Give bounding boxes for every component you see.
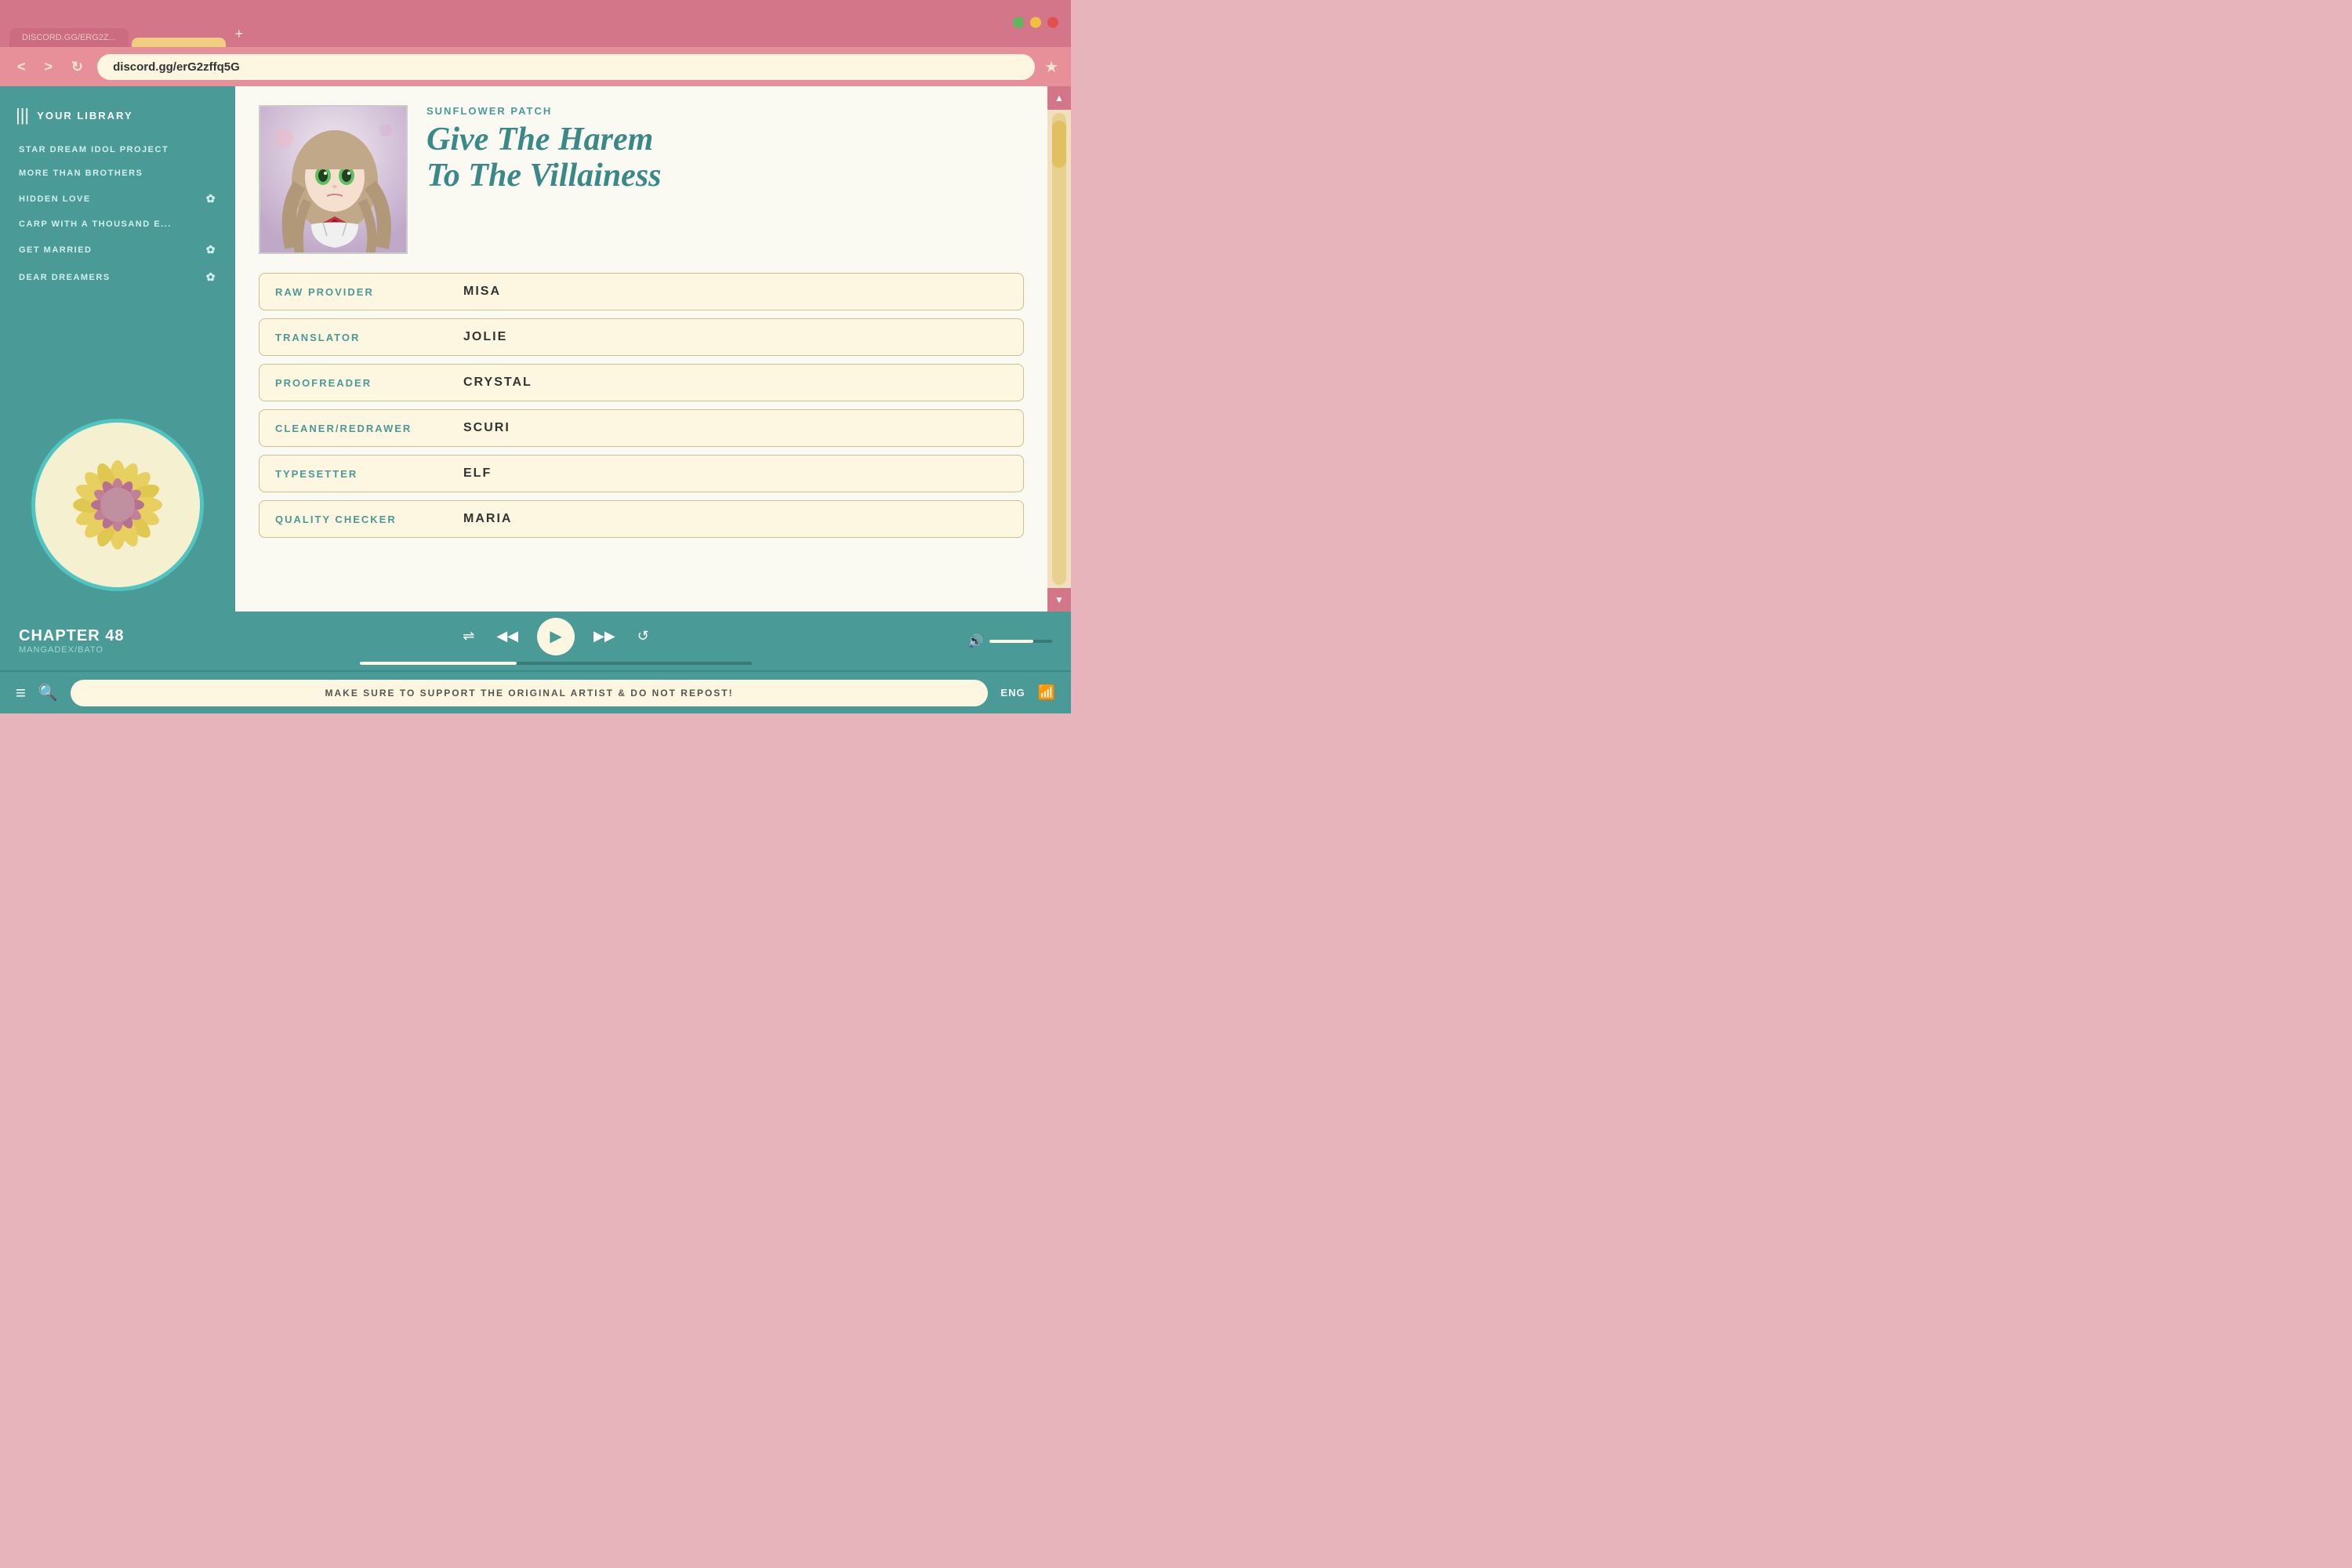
sunflower-svg <box>55 442 180 568</box>
tab-bar: DISCORD.GG/ERG2Z... + <box>9 24 1062 47</box>
credit-label-translator: TRANSLATOR <box>275 332 448 343</box>
scroll-thumb[interactable] <box>1052 121 1066 168</box>
main-content: SUNFLOWER PATCH Give The Harem To The Vi… <box>235 86 1047 612</box>
progress-bar[interactable] <box>360 662 752 665</box>
library-header: ||| YOUR LIBRARY <box>0 99 235 138</box>
credit-label-raw: RAW PROVIDER <box>275 286 448 298</box>
sidebar-item-label: GET MARRIED <box>19 245 93 255</box>
credit-value-typesetter: ELF <box>463 466 492 481</box>
credit-row-proofreader: PROOFREADER CRYSTAL <box>259 364 1024 401</box>
sidebar-item-label: HIDDEN LOVE <box>19 194 91 204</box>
library-icon: ||| <box>16 105 29 125</box>
prev-button[interactable]: ◀◀ <box>493 625 521 648</box>
star-icon: ✿ <box>206 192 216 205</box>
credit-row-translator: TRANSLATOR JOLIE <box>259 318 1024 356</box>
credit-row-typesetter: TYPESETTER ELF <box>259 455 1024 492</box>
browser-chrome: DISCORD.GG/ERG2Z... + <box>0 0 1071 47</box>
tab-inactive[interactable]: DISCORD.GG/ERG2Z... <box>9 28 129 47</box>
progress-fill <box>360 662 517 665</box>
manga-header: SUNFLOWER PATCH Give The Harem To The Vi… <box>259 105 1024 254</box>
volume-bar[interactable] <box>989 640 1052 643</box>
credit-label-cleaner: CLEANER/REDRAWER <box>275 423 448 434</box>
notice-bar: MAKE SURE TO SUPPORT THE ORIGINAL ARTIST… <box>71 680 989 706</box>
sidebar-item-get-married[interactable]: GET MARRIED ✿ <box>16 236 220 263</box>
minimize-button[interactable] <box>1013 17 1024 28</box>
wifi-icon: 📶 <box>1038 684 1055 701</box>
window-controls <box>1013 17 1058 28</box>
bottom-bar: ≡ 🔍 MAKE SURE TO SUPPORT THE ORIGINAL AR… <box>0 670 1071 713</box>
chapter-source: MANGADEX/BATO <box>19 645 144 655</box>
manga-title-line2: To The Villainess <box>426 158 662 194</box>
close-button[interactable] <box>1047 17 1058 28</box>
group-name: SUNFLOWER PATCH <box>426 105 1024 117</box>
sidebar: ||| YOUR LIBRARY STAR DREAM IDOL PROJECT… <box>0 86 235 612</box>
next-button[interactable]: ▶▶ <box>590 625 619 648</box>
sidebar-item-label: DEAR DREAMERS <box>19 273 111 282</box>
credit-table: RAW PROVIDER MISA TRANSLATOR JOLIE PROOF… <box>259 273 1024 538</box>
new-tab-button[interactable]: + <box>229 24 249 44</box>
scroll-track <box>1052 113 1066 585</box>
credit-row-quality-checker: QUALITY CHECKER MARIA <box>259 500 1024 538</box>
cover-art <box>260 107 408 254</box>
address-bar-row: < > ↻ ★ <box>0 47 1071 86</box>
nav-refresh-button[interactable]: ↻ <box>67 56 88 78</box>
sidebar-item-hidden-love[interactable]: HIDDEN LOVE ✿ <box>16 185 220 212</box>
credit-value-cleaner: SCURI <box>463 421 510 435</box>
manga-title: Give The Harem To The Villainess <box>426 122 1024 194</box>
address-input[interactable] <box>97 54 1035 80</box>
play-button[interactable]: ▶ <box>537 618 575 655</box>
controls-row: ⇌ ◀◀ ▶ ▶▶ ↺ <box>459 618 652 655</box>
scroll-up-button[interactable]: ▲ <box>1047 86 1071 110</box>
bookmark-button[interactable]: ★ <box>1044 57 1058 77</box>
manga-info: SUNFLOWER PATCH Give The Harem To The Vi… <box>426 105 1024 254</box>
scrollbar: ▲ ▼ <box>1047 86 1071 612</box>
manga-title-line1: Give The Harem <box>426 122 653 158</box>
credit-label-typesetter: TYPESETTER <box>275 468 448 480</box>
sidebar-item-star-dream[interactable]: STAR DREAM IDOL PROJECT <box>16 138 220 162</box>
search-button[interactable]: 🔍 <box>38 683 58 702</box>
chapter-info: CHAPTER 48 MANGADEX/BATO <box>19 627 144 655</box>
menu-button[interactable]: ≡ <box>16 683 26 703</box>
sunflower-logo <box>31 419 204 591</box>
tab-active[interactable] <box>132 38 226 47</box>
sidebar-item-label: STAR DREAM IDOL PROJECT <box>19 145 169 154</box>
sidebar-item-label: MORE THAN BROTHERS <box>19 169 143 178</box>
library-title-label: YOUR LIBRARY <box>37 110 132 122</box>
sidebar-item-label: CARP WITH A THOUSAND E... <box>19 220 172 229</box>
language-button[interactable]: ENG <box>1000 687 1025 699</box>
credit-value-raw: MISA <box>463 285 501 299</box>
main-area: ||| YOUR LIBRARY STAR DREAM IDOL PROJECT… <box>0 86 1071 612</box>
volume-area: 🔊 <box>967 633 1052 649</box>
maximize-button[interactable] <box>1030 17 1041 28</box>
sidebar-item-more-than-brothers[interactable]: MORE THAN BROTHERS <box>16 162 220 185</box>
volume-icon: 🔊 <box>967 633 983 649</box>
sidebar-item-dear-dreamers[interactable]: DEAR DREAMERS ✿ <box>16 263 220 291</box>
scroll-down-button[interactable]: ▼ <box>1047 588 1071 612</box>
sidebar-list: STAR DREAM IDOL PROJECT MORE THAN BROTHE… <box>0 138 235 411</box>
player-bar: CHAPTER 48 MANGADEX/BATO ⇌ ◀◀ ▶ ▶▶ ↺ 🔊 <box>0 612 1071 670</box>
repeat-button[interactable]: ↺ <box>634 625 652 648</box>
chapter-number: CHAPTER 48 <box>19 627 144 645</box>
credit-value-quality: MARIA <box>463 512 512 526</box>
credit-row-raw-provider: RAW PROVIDER MISA <box>259 273 1024 310</box>
credit-value-translator: JOLIE <box>463 330 507 344</box>
tab-inactive-label: DISCORD.GG/ERG2Z... <box>22 33 116 42</box>
credit-label-proofreader: PROOFREADER <box>275 377 448 389</box>
credit-row-cleaner: CLEANER/REDRAWER SCURI <box>259 409 1024 447</box>
star-icon: ✿ <box>206 270 216 284</box>
player-controls: ⇌ ◀◀ ▶ ▶▶ ↺ <box>160 618 952 665</box>
credit-label-quality: QUALITY CHECKER <box>275 514 448 525</box>
nav-forward-button[interactable]: > <box>40 56 58 78</box>
notice-text: MAKE SURE TO SUPPORT THE ORIGINAL ARTIST… <box>325 688 734 699</box>
volume-fill <box>989 640 1033 643</box>
nav-back-button[interactable]: < <box>13 56 31 78</box>
star-icon: ✿ <box>206 243 216 256</box>
sidebar-item-carp[interactable]: CARP WITH A THOUSAND E... <box>16 212 220 236</box>
credit-value-proofreader: CRYSTAL <box>463 376 532 390</box>
manga-cover <box>259 105 408 254</box>
shuffle-button[interactable]: ⇌ <box>459 625 477 648</box>
